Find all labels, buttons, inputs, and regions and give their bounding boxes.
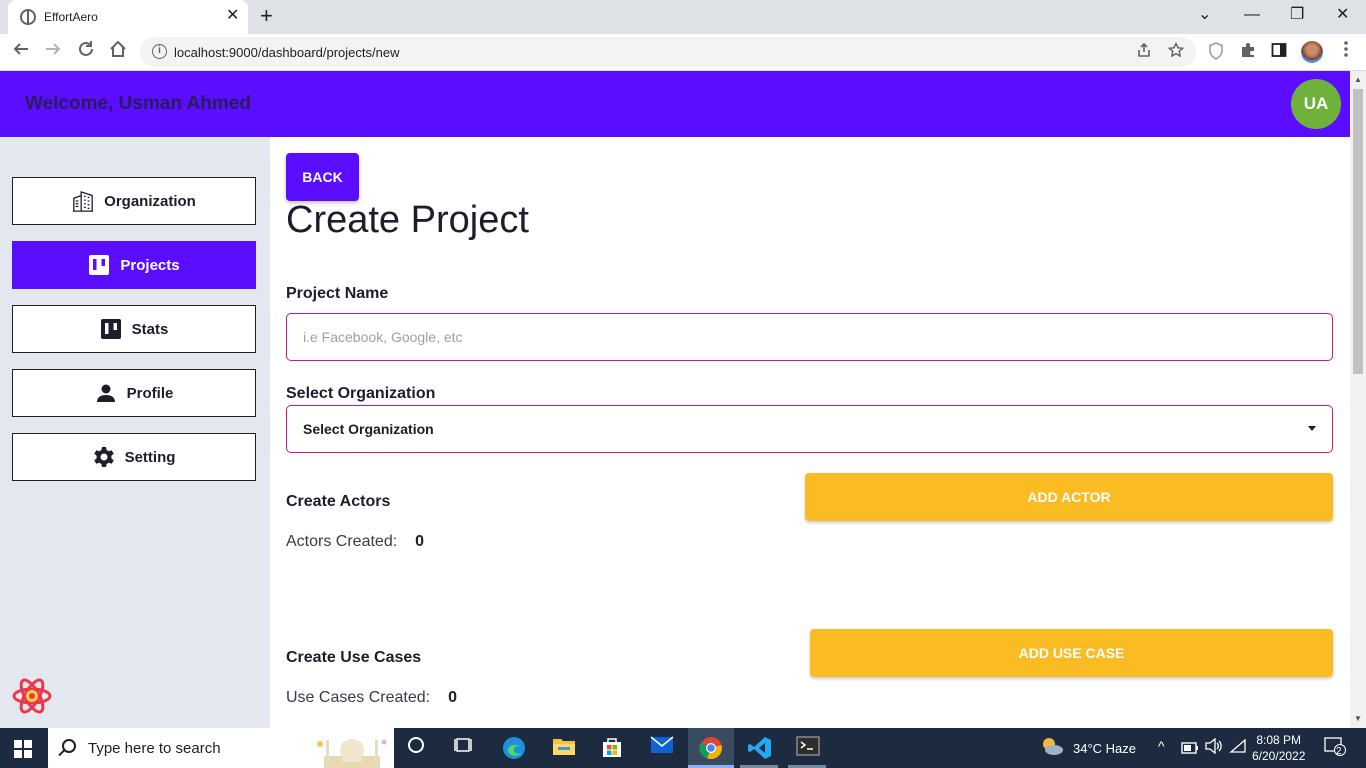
weather-text[interactable]: 34°C Haze	[1073, 741, 1136, 756]
use-cases-heading: Create Use Cases	[286, 649, 422, 666]
back-button[interactable]: BACK	[286, 153, 359, 201]
sidebar-item-setting[interactable]: Setting	[12, 433, 256, 481]
organization-label: Select Organization	[286, 385, 436, 402]
clock-date: 6/20/2022	[1252, 749, 1306, 763]
system-clock[interactable]: 8:08 PM 6/20/2022	[1252, 732, 1305, 764]
microsoft-store-icon[interactable]	[600, 736, 624, 760]
windows-taskbar: Type here to search 34°C Haze ^ 8:08 PM …	[0, 728, 1366, 768]
side-panel-icon[interactable]	[1271, 42, 1287, 64]
organization-selected-value: Select Organization	[303, 421, 434, 437]
sidebar-item-label: Projects	[120, 256, 180, 274]
actors-created-label: Actors Created:	[286, 533, 398, 550]
task-view-icon[interactable]	[452, 736, 476, 760]
stats-icon	[100, 318, 122, 340]
sidebar-item-label: Organization	[104, 192, 196, 210]
sidebar-item-projects[interactable]: Projects	[12, 241, 256, 289]
new-tab-button[interactable]: +	[260, 4, 273, 28]
gear-icon	[93, 446, 115, 468]
sidebar-item-profile[interactable]: Profile	[12, 369, 256, 417]
browser-menu-icon[interactable]	[1343, 40, 1349, 64]
use-cases-created-label: Use Cases Created:	[286, 689, 431, 706]
weather-icon[interactable]	[1040, 736, 1064, 760]
sidebar: Organization Projects Stats Profile Sett…	[0, 137, 270, 728]
url-text[interactable]: localhost:9000/dashboard/projects/new	[174, 45, 399, 60]
sidebar-item-organization[interactable]: Organization	[12, 177, 256, 225]
back-arrow-icon[interactable]	[12, 40, 30, 64]
taskbar-search-placeholder[interactable]: Type here to search	[88, 740, 221, 757]
user-avatar[interactable]: UA	[1291, 79, 1341, 129]
welcome-text: Welcome, Usman Ahmed	[25, 93, 251, 114]
wifi-icon[interactable]	[1226, 736, 1250, 760]
file-explorer-icon[interactable]	[552, 736, 576, 760]
page-scrollbar[interactable]: ▲ ▼	[1350, 71, 1366, 728]
globe-icon	[20, 9, 36, 25]
scrollbar-thumb[interactable]	[1353, 89, 1363, 374]
bookmark-star-icon[interactable]	[1167, 41, 1185, 63]
use-cases-created-line: Use Cases Created: 0	[286, 689, 457, 707]
use-cases-created-count: 0	[448, 689, 457, 706]
browser-toolbar: i localhost:9000/dashboard/projects/new	[0, 34, 1366, 71]
tab-search-icon[interactable]: ⌄	[1198, 4, 1211, 26]
sidebar-item-label: Setting	[124, 448, 176, 466]
shield-extension-icon[interactable]	[1208, 42, 1224, 66]
notifications-count: 2	[1336, 746, 1342, 757]
taskbar-search-box[interactable]: Type here to search	[48, 728, 394, 768]
vscode-icon[interactable]	[748, 736, 772, 760]
chevron-up-icon[interactable]: ^	[1158, 738, 1165, 754]
share-icon[interactable]	[1136, 42, 1152, 63]
browser-profile-avatar[interactable]	[1301, 41, 1323, 63]
scroll-up-arrow-icon[interactable]: ▲	[1354, 75, 1362, 84]
sidebar-item-label: Profile	[126, 384, 174, 402]
scroll-down-arrow-icon[interactable]: ▼	[1354, 714, 1362, 723]
browser-tab[interactable]: EffortAero ✕	[8, 0, 248, 34]
person-icon	[95, 382, 117, 404]
caret-down-icon	[1308, 426, 1316, 431]
reload-icon[interactable]	[77, 40, 95, 64]
main-content: BACK Create Project Project Name Select …	[270, 137, 1350, 728]
tab-title: EffortAero	[44, 10, 98, 24]
browser-tab-bar: EffortAero ✕ + ⌄ — ❐ ✕	[0, 0, 1366, 34]
board-icon	[88, 254, 110, 276]
actors-created-count: 0	[415, 533, 425, 550]
home-icon[interactable]	[109, 40, 127, 64]
edge-browser-icon[interactable]	[502, 736, 526, 760]
page-title: Create Project	[286, 199, 529, 241]
extensions-puzzle-icon[interactable]	[1240, 42, 1256, 64]
react-devtools-icon[interactable]	[12, 676, 52, 716]
site-info-icon[interactable]: i	[152, 44, 167, 59]
search-icon	[62, 739, 76, 753]
forward-arrow-icon[interactable]	[44, 40, 62, 64]
sidebar-item-stats[interactable]: Stats	[12, 305, 256, 353]
tab-close-icon[interactable]: ✕	[226, 7, 239, 25]
app-header: Welcome, Usman Ahmed UA	[0, 71, 1350, 137]
project-name-input[interactable]	[286, 313, 1333, 361]
actors-created-line: Actors Created: 0	[286, 533, 424, 551]
clock-time: 8:08 PM	[1256, 733, 1302, 747]
sidebar-item-label: Stats	[131, 320, 169, 338]
mail-icon[interactable]	[650, 736, 674, 760]
minimize-button[interactable]: —	[1244, 4, 1260, 26]
restore-button[interactable]: ❐	[1290, 4, 1304, 26]
actors-heading: Create Actors	[286, 493, 391, 510]
battery-icon[interactable]	[1178, 736, 1202, 760]
address-bar[interactable]: i localhost:9000/dashboard/projects/new	[140, 37, 1196, 67]
building-icon	[72, 190, 94, 212]
terminal-icon[interactable]	[796, 736, 820, 760]
organization-select[interactable]: Select Organization	[286, 405, 1333, 453]
notifications-icon[interactable]	[1323, 736, 1347, 760]
windows-start-icon[interactable]	[14, 740, 32, 758]
project-name-label: Project Name	[286, 285, 389, 302]
add-actor-button[interactable]: ADD ACTOR	[805, 473, 1333, 521]
volume-icon[interactable]	[1202, 736, 1226, 760]
chrome-browser-icon[interactable]	[699, 736, 723, 760]
close-window-button[interactable]: ✕	[1336, 4, 1349, 26]
cortana-icon[interactable]	[404, 736, 428, 760]
taj-mahal-search-art-icon	[317, 739, 387, 768]
add-use-case-button[interactable]: ADD USE CASE	[810, 629, 1333, 677]
